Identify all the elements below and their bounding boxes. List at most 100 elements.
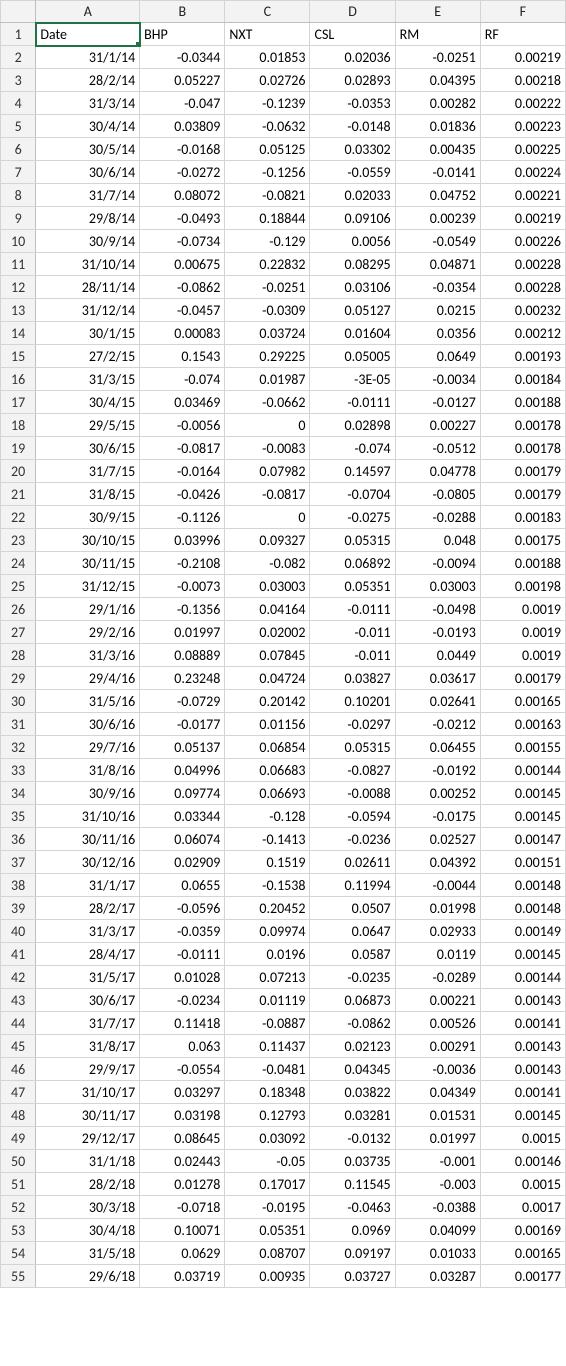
column-header-B[interactable]: B [140, 1, 225, 23]
cell[interactable]: 30/6/16 [36, 713, 140, 736]
cell[interactable]: 0.05005 [310, 345, 395, 368]
cell[interactable]: -0.0034 [395, 368, 480, 391]
cell[interactable]: 0.00145 [480, 1104, 565, 1127]
cell[interactable]: -0.011 [310, 621, 395, 644]
cell[interactable]: 0.00143 [480, 1035, 565, 1058]
cell[interactable]: -0.0111 [310, 391, 395, 414]
cell[interactable]: 0.03198 [140, 1104, 225, 1127]
cell[interactable]: 0.00144 [480, 966, 565, 989]
cell[interactable]: 0.0017 [480, 1196, 565, 1219]
cell[interactable]: 31/5/16 [36, 690, 140, 713]
cell[interactable]: 0.00148 [480, 874, 565, 897]
cell[interactable]: -3E-05 [310, 368, 395, 391]
row-header[interactable]: 25 [1, 575, 36, 598]
row-header[interactable]: 8 [1, 184, 36, 207]
cell[interactable]: 0.17017 [225, 1173, 310, 1196]
cell[interactable]: 31/12/15 [36, 575, 140, 598]
cell[interactable]: -0.0344 [140, 46, 225, 69]
cell[interactable]: 0.03003 [395, 575, 480, 598]
cell[interactable]: 0.03822 [310, 1081, 395, 1104]
cell[interactable]: 0.00149 [480, 920, 565, 943]
cell[interactable]: 0.06854 [225, 736, 310, 759]
cell[interactable]: 0.00141 [480, 1012, 565, 1035]
cell[interactable]: 0.02909 [140, 851, 225, 874]
cell[interactable]: -0.0132 [310, 1127, 395, 1150]
cell[interactable]: 0.00225 [480, 138, 565, 161]
cell[interactable]: 0.04392 [395, 851, 480, 874]
cell[interactable]: -0.011 [310, 644, 395, 667]
cell[interactable]: 0.00145 [480, 782, 565, 805]
cell[interactable]: 30/10/15 [36, 529, 140, 552]
cell[interactable]: 0.00163 [480, 713, 565, 736]
cell[interactable]: 31/3/17 [36, 920, 140, 943]
cell[interactable]: 30/4/18 [36, 1219, 140, 1242]
cell[interactable]: BHP [140, 23, 225, 46]
cell[interactable]: 0.0015 [480, 1173, 565, 1196]
spreadsheet-grid[interactable]: ABCDEF 1DateBHPNXTCSLRMRF231/1/14-0.0344… [0, 0, 566, 1288]
cell[interactable]: 0.063 [140, 1035, 225, 1058]
row-header[interactable]: 15 [1, 345, 36, 368]
cell[interactable]: 0.10201 [310, 690, 395, 713]
cell[interactable]: -0.0272 [140, 161, 225, 184]
cell[interactable]: 0.02036 [310, 46, 395, 69]
cell[interactable]: 0.04349 [395, 1081, 480, 1104]
cell[interactable]: -0.0734 [140, 230, 225, 253]
cell[interactable]: 30/6/17 [36, 989, 140, 1012]
cell[interactable]: 0.08295 [310, 253, 395, 276]
row-header[interactable]: 53 [1, 1219, 36, 1242]
cell[interactable]: 0.00179 [480, 483, 565, 506]
row-header[interactable]: 34 [1, 782, 36, 805]
cell[interactable]: -0.0289 [395, 966, 480, 989]
cell[interactable]: -0.0175 [395, 805, 480, 828]
cell[interactable]: 0.04996 [140, 759, 225, 782]
cell[interactable]: 31/3/16 [36, 644, 140, 667]
cell[interactable]: 0.00222 [480, 92, 565, 115]
cell[interactable]: 0.00179 [480, 460, 565, 483]
cell[interactable]: RM [395, 23, 480, 46]
cell[interactable]: -0.0463 [310, 1196, 395, 1219]
row-header[interactable]: 43 [1, 989, 36, 1012]
cell[interactable]: 0.05125 [225, 138, 310, 161]
cell[interactable]: 31/5/17 [36, 966, 140, 989]
cell[interactable]: 0.00144 [480, 759, 565, 782]
cell[interactable]: -0.0596 [140, 897, 225, 920]
cell[interactable]: 0.1519 [225, 851, 310, 874]
cell[interactable]: -0.129 [225, 230, 310, 253]
cell[interactable]: -0.0426 [140, 483, 225, 506]
cell[interactable]: -0.0817 [225, 483, 310, 506]
cell[interactable]: 0.06074 [140, 828, 225, 851]
row-header[interactable]: 39 [1, 897, 36, 920]
cell[interactable]: 30/9/14 [36, 230, 140, 253]
cell[interactable]: 0.20142 [225, 690, 310, 713]
cell[interactable]: 0.00219 [480, 207, 565, 230]
cell[interactable]: -0.1126 [140, 506, 225, 529]
row-header[interactable]: 6 [1, 138, 36, 161]
select-all-corner[interactable] [1, 1, 36, 23]
cell[interactable]: 0.03719 [140, 1265, 225, 1288]
cell[interactable]: 0.05315 [310, 529, 395, 552]
cell[interactable]: -0.1413 [225, 828, 310, 851]
cell[interactable]: 31/10/17 [36, 1081, 140, 1104]
cell[interactable]: 0.09974 [225, 920, 310, 943]
cell[interactable]: 0.0356 [395, 322, 480, 345]
cell[interactable]: 0.04345 [310, 1058, 395, 1081]
cell[interactable]: -0.0512 [395, 437, 480, 460]
row-header[interactable]: 13 [1, 299, 36, 322]
row-header[interactable]: 9 [1, 207, 36, 230]
cell[interactable]: 30/4/15 [36, 391, 140, 414]
row-header[interactable]: 32 [1, 736, 36, 759]
cell[interactable]: 0.01278 [140, 1173, 225, 1196]
cell[interactable]: -0.0554 [140, 1058, 225, 1081]
cell[interactable]: 0.04778 [395, 460, 480, 483]
cell[interactable]: 0.00435 [395, 138, 480, 161]
cell[interactable]: 31/1/18 [36, 1150, 140, 1173]
cell[interactable]: 0.00083 [140, 322, 225, 345]
cell[interactable]: -0.0111 [310, 598, 395, 621]
cell[interactable]: 0.01836 [395, 115, 480, 138]
cell[interactable]: 0.00141 [480, 1081, 565, 1104]
cell[interactable]: NXT [225, 23, 310, 46]
cell[interactable]: 27/2/15 [36, 345, 140, 368]
cell[interactable]: 0.03724 [225, 322, 310, 345]
cell[interactable]: 0.00145 [480, 805, 565, 828]
cell[interactable]: -0.0111 [140, 943, 225, 966]
